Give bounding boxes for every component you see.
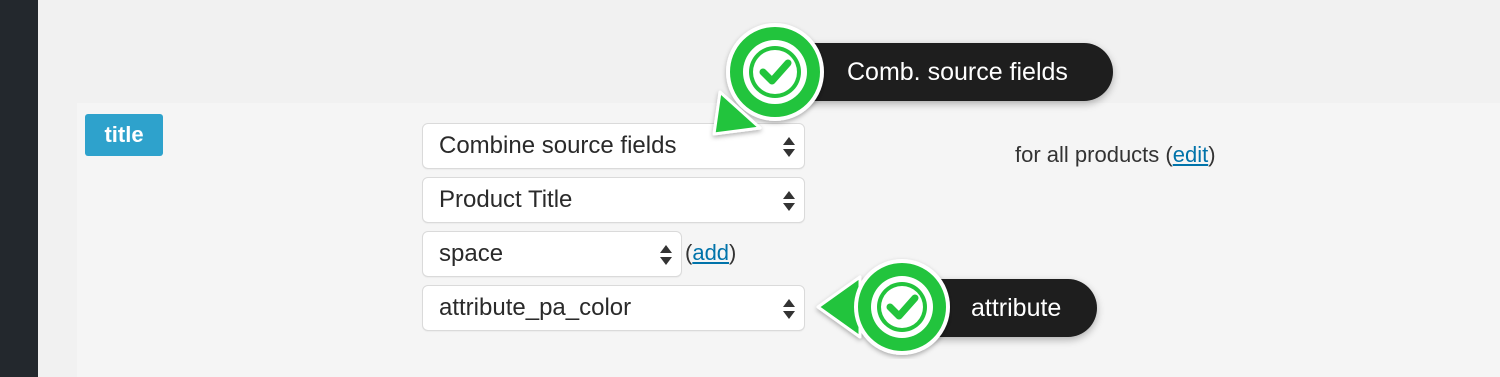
check-icon bbox=[812, 255, 952, 364]
source-type-value: Combine source fields bbox=[439, 132, 677, 159]
paren-close: ) bbox=[729, 240, 737, 265]
separator-select[interactable]: space bbox=[422, 231, 682, 277]
admin-sidebar bbox=[0, 0, 38, 377]
attribute-value: attribute_pa_color bbox=[439, 294, 632, 321]
field-tag-title: title bbox=[85, 114, 163, 156]
scope-prefix: for all products ( bbox=[1015, 142, 1173, 167]
select-arrows-icon bbox=[782, 178, 796, 222]
edit-link[interactable]: edit bbox=[1173, 142, 1208, 167]
select-arrows-icon bbox=[659, 232, 673, 276]
callout-label-comb-source: Comb. source fields bbox=[795, 43, 1113, 101]
separator-value: space bbox=[439, 240, 504, 267]
source-field-value: Product Title bbox=[439, 186, 573, 213]
add-link[interactable]: add bbox=[692, 240, 729, 265]
attribute-select[interactable]: attribute_pa_color bbox=[422, 285, 805, 331]
check-icon bbox=[708, 22, 828, 147]
select-arrows-icon bbox=[782, 286, 796, 330]
scope-text: for all products (edit) bbox=[1015, 142, 1216, 168]
scope-suffix: ) bbox=[1208, 142, 1216, 167]
add-field-control: (add) bbox=[685, 240, 736, 266]
source-field-select[interactable]: Product Title bbox=[422, 177, 805, 223]
